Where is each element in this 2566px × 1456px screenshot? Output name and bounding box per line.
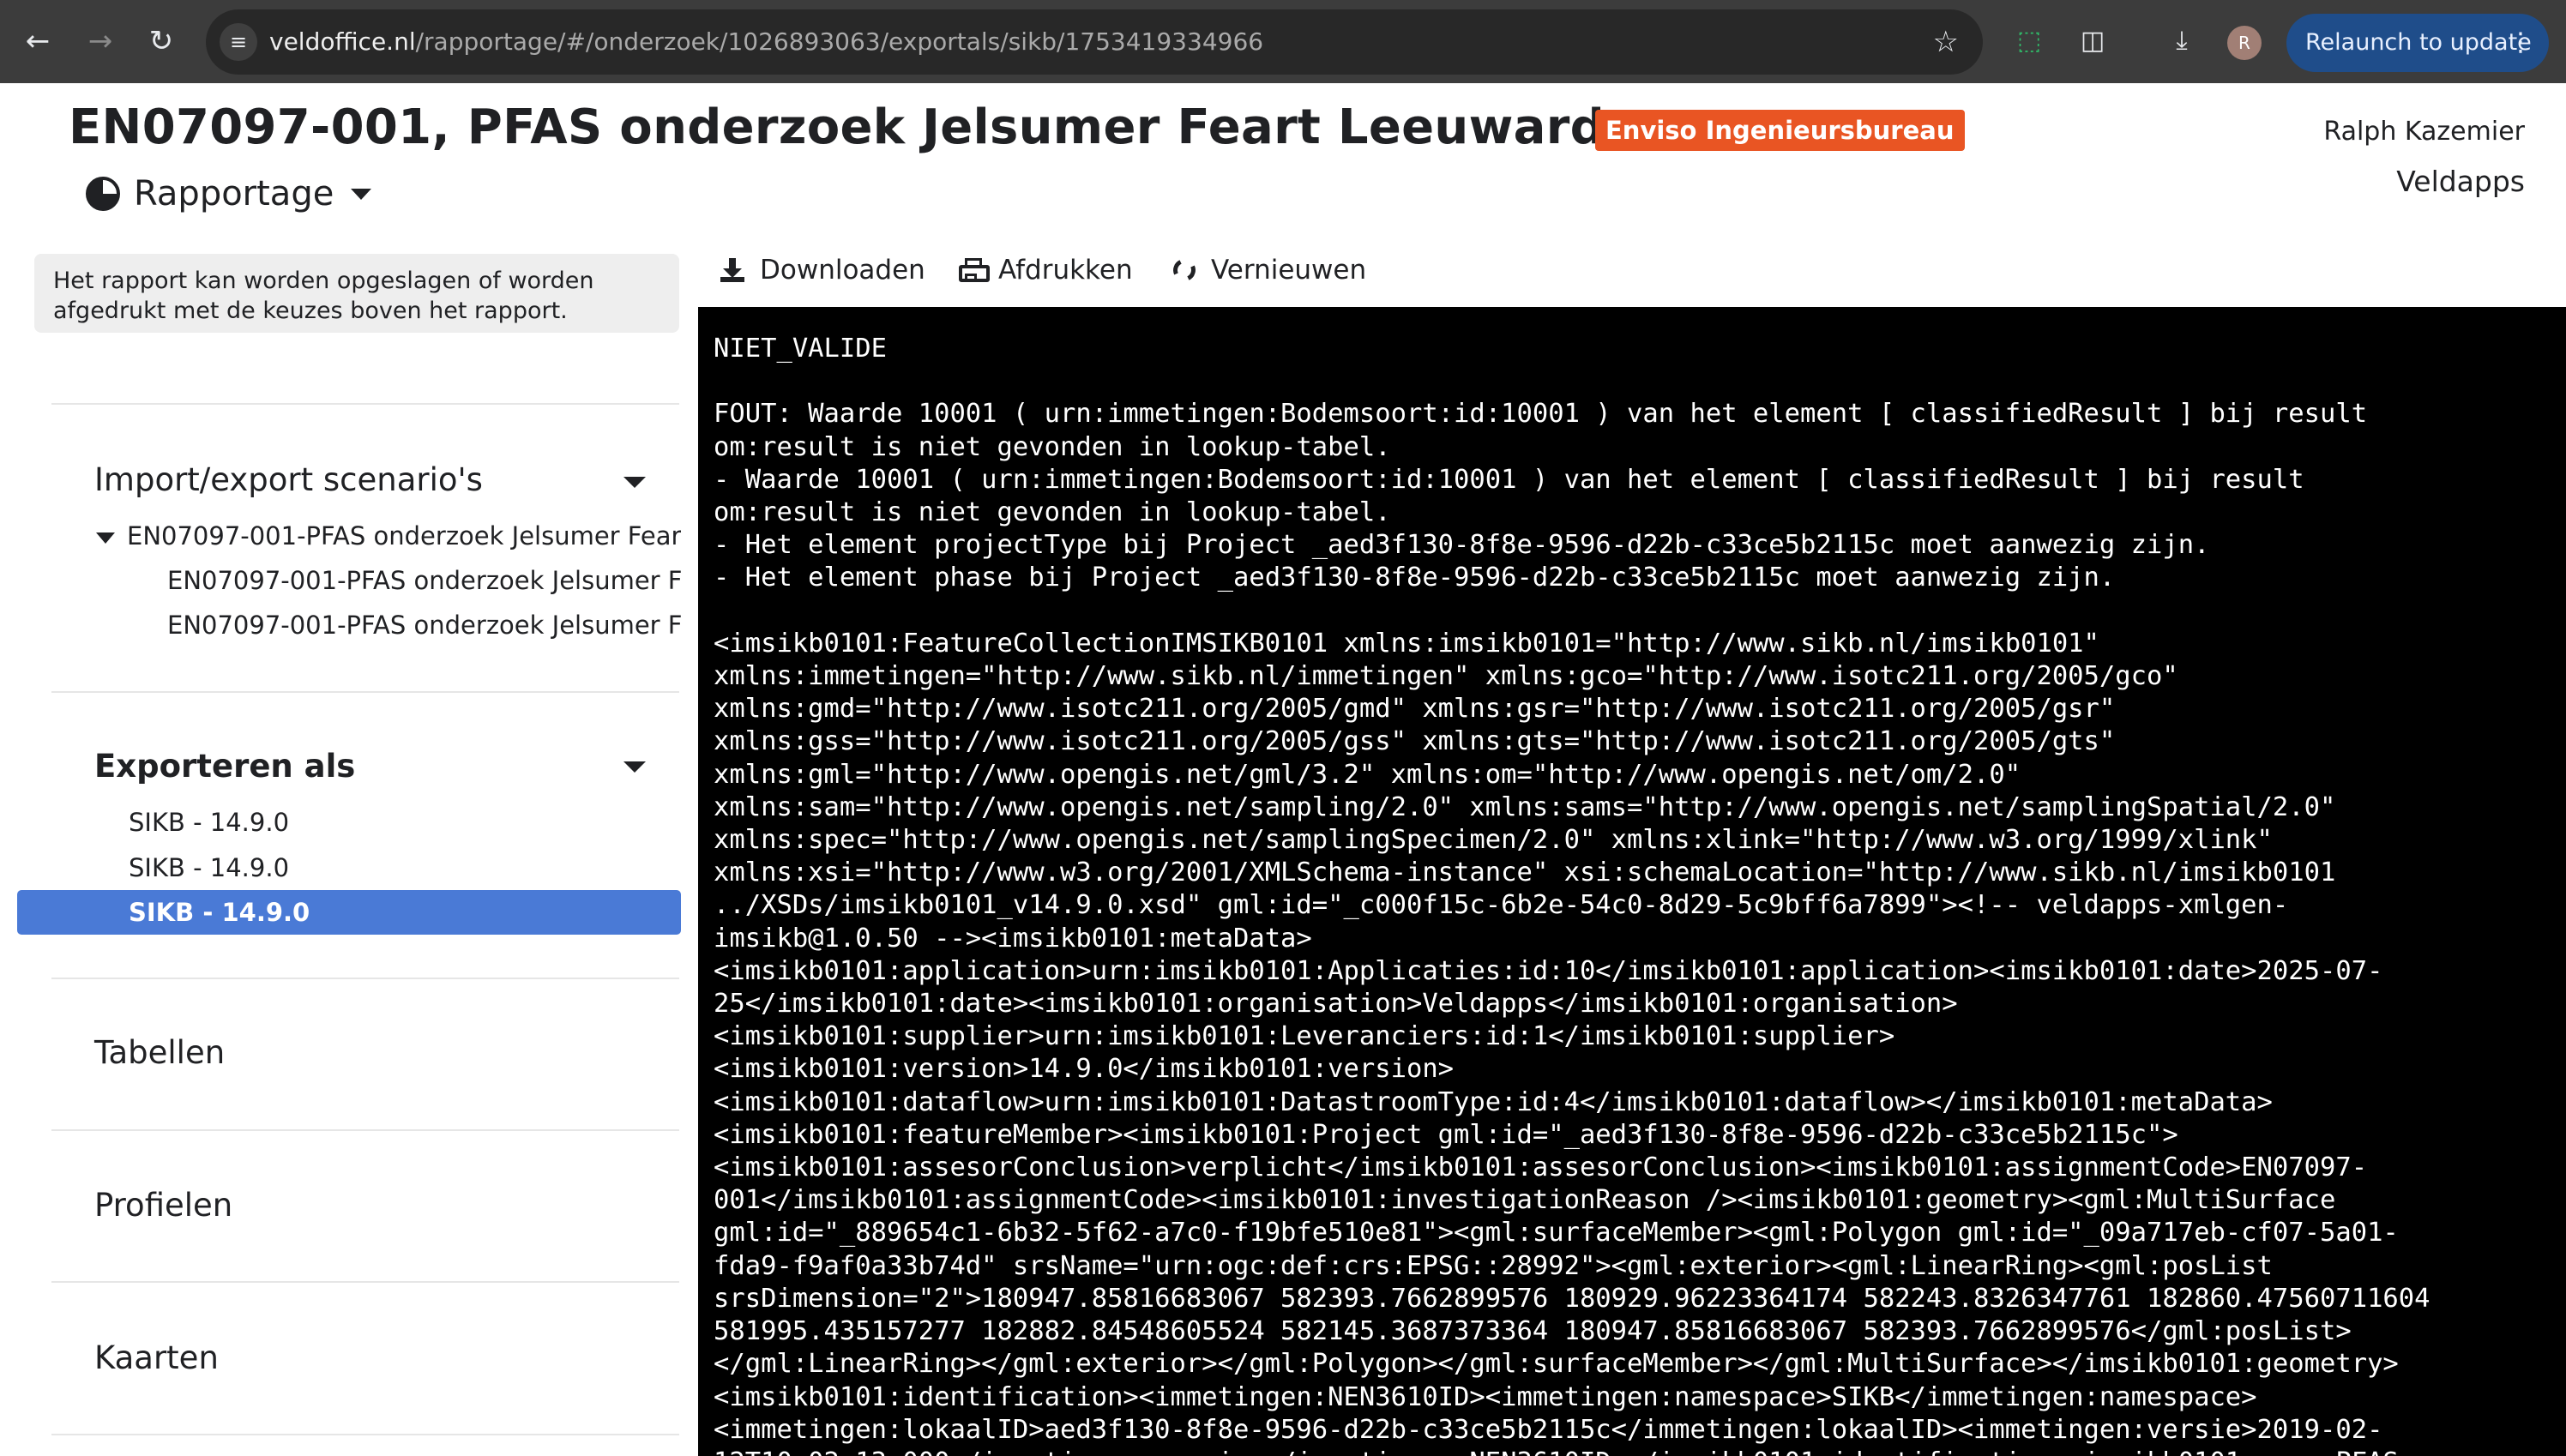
more-icon: ⋮	[2508, 27, 2533, 57]
tables-section[interactable]: Tabellen	[94, 1034, 225, 1071]
site-settings-icon[interactable]: ≡	[220, 23, 257, 61]
refresh-icon	[1170, 256, 1199, 285]
print-label: Afdrukken	[998, 255, 1133, 286]
chevron-down-icon	[351, 188, 372, 200]
report-output[interactable]: NIET_VALIDE FOUT: Waarde 10001 ( urn:imm…	[698, 307, 2566, 1456]
output-line: NIET_VALIDE	[714, 334, 887, 364]
output-line: 001</imsikb0101:assignmentCode><imsikb01…	[714, 1185, 2336, 1216]
output-line: imsikb@1.0.50 --><imsikb0101:metaData>	[714, 923, 1312, 954]
tree-node-label: EN07097-001-PFAS onderzoek Jelsumer Fear…	[167, 611, 681, 640]
output-line: xmlns:gss="http://www.isotc211.org/2005/…	[714, 726, 2116, 757]
output-line: <imsikb0101:dataflow>urn:imsikb0101:Data…	[714, 1086, 2273, 1117]
forward-icon[interactable]: →	[81, 22, 119, 60]
output-line: <imsikb0101:supplier>urn:imsikb0101:Leve…	[714, 1021, 1895, 1052]
output-line: xmlns:immetingen="http://www.sikb.nl/imm…	[714, 661, 2178, 692]
download-button[interactable]: Downloaden	[720, 250, 925, 290]
tree-node-root[interactable]: EN07097-001-PFAS onderzoek Jelsumer Fear…	[96, 521, 681, 551]
url-path: /rapportage/#/onderzoek/1026893063/expor…	[415, 27, 1264, 56]
app-name[interactable]: Veldapps	[2396, 165, 2525, 198]
bookmark-star-icon[interactable]: ☆	[1933, 23, 1959, 61]
export-format-item[interactable]: SIKB - 14.9.0	[17, 845, 681, 890]
url-text[interactable]: veldoffice.nl/rapportage/#/onderzoek/102…	[269, 27, 1263, 57]
output-line: xmlns:gml="http://www.opengis.net/gml/3.…	[714, 759, 2021, 790]
download-icon[interactable]: ⤓	[2163, 22, 2201, 60]
maps-section[interactable]: Kaarten	[94, 1339, 219, 1376]
chevron-down-icon[interactable]	[623, 477, 646, 488]
output-line: <imsikb0101:featureMember><imsikb0101:Pr…	[714, 1119, 2178, 1150]
screenshot-icon[interactable]: ⬚	[2010, 22, 2048, 60]
reload-icon[interactable]: ↻	[142, 22, 180, 60]
divider	[51, 1434, 679, 1435]
output-line: <imsikb0101:application>urn:imsikb0101:A…	[714, 955, 2383, 986]
download-icon	[720, 258, 744, 282]
info-message: Het rapport kan worden opgeslagen of wor…	[34, 254, 679, 333]
divider	[51, 1281, 679, 1283]
output-line: </gml:LinearRing></gml:exterior></gml:Po…	[714, 1349, 2399, 1380]
output-line: om:result is niet gevonden in lookup-tab…	[714, 497, 1391, 528]
back-icon[interactable]: ←	[19, 22, 57, 60]
output-line: 581995.435157277 182882.84548605524 5821…	[714, 1316, 2352, 1347]
output-line: <imsikb0101:version>14.9.0</imsikb0101:v…	[714, 1054, 1455, 1085]
output-line: xmlns:spec="http://www.opengis.net/sampl…	[714, 825, 2273, 856]
chevron-down-icon[interactable]	[623, 761, 646, 773]
output-line: ../XSDs/imsikb0101_v14.9.0.xsd" gml:id="…	[714, 890, 2289, 921]
print-button[interactable]: Afdrukken	[959, 250, 1133, 290]
refresh-button[interactable]: Vernieuwen	[1170, 250, 1367, 290]
output-line: <imsikb0101:FeatureCollectionIMSIKB0101 …	[714, 628, 2099, 659]
divider	[51, 978, 679, 979]
output-line: fda9-f9af0a33b74d" srsName="urn:ogc:def:…	[714, 1250, 2273, 1281]
divider	[51, 691, 679, 693]
tree-toggle-icon[interactable]	[96, 532, 115, 544]
output-line: srsDimension="2">180947.85816683067 5823…	[714, 1283, 2430, 1314]
pie-chart-icon	[86, 177, 120, 211]
output-line: FOUT: Waarde 10001 ( urn:immetingen:Bode…	[714, 399, 2368, 430]
output-line: xmlns:gmd="http://www.isotc211.org/2005/…	[714, 694, 2116, 725]
tree-node-child[interactable]: EN07097-001-PFAS onderzoek Jelsumer Fear…	[167, 611, 681, 640]
page-title: EN07097-001, PFAS onderzoek Jelsumer Fea…	[69, 99, 1672, 155]
report-output-text: NIET_VALIDE FOUT: Waarde 10001 ( urn:imm…	[714, 333, 2430, 1456]
output-line: <immetingen:lokaalID>aed3f130-8f8e-9596-…	[714, 1414, 2383, 1445]
scenarios-title[interactable]: Import/export scenario's	[94, 461, 483, 498]
relaunch-label: Relaunch to update	[2305, 29, 2532, 56]
output-line: gml:id="_889654c1-6b32-5f62-a7c0-f19bfe5…	[714, 1218, 2399, 1248]
print-icon	[959, 258, 990, 282]
divider	[51, 403, 679, 405]
export-format-item[interactable]: SIKB - 14.9.0	[17, 800, 681, 845]
output-line: om:result is niet gevonden in lookup-tab…	[714, 431, 1391, 462]
profiles-section[interactable]: Profielen	[94, 1187, 232, 1224]
refresh-label: Vernieuwen	[1211, 255, 1367, 286]
output-line: <imsikb0101:identification><immetingen:N…	[714, 1381, 2257, 1412]
download-label: Downloaden	[760, 255, 925, 286]
tree-node-label: EN07097-001-PFAS onderzoek Jelsumer Fear…	[167, 566, 681, 595]
output-line: - Waarde 10001 ( urn:immetingen:Bodemsoo…	[714, 464, 2304, 495]
export-format-item-selected[interactable]: SIKB - 14.9.0	[17, 890, 681, 935]
relaunch-button[interactable]: Relaunch to update ⋮	[2286, 14, 2549, 72]
divider	[51, 1129, 679, 1131]
url-host: veldoffice.nl	[269, 27, 416, 56]
export-title[interactable]: Exporteren als	[94, 748, 355, 785]
browser-toolbar: ← → ↻ ≡ veldoffice.nl/rapportage/#/onder…	[0, 0, 2566, 83]
extensions-icon[interactable]: ◫	[2074, 22, 2111, 60]
scenario-tree: EN07097-001-PFAS onderzoek Jelsumer Fear…	[0, 514, 681, 652]
profile-avatar[interactable]: R	[2227, 26, 2262, 60]
output-line: xmlns:xsi="http://www.w3.org/2001/XMLSch…	[714, 857, 2336, 888]
report-menu[interactable]: Rapportage	[86, 170, 372, 218]
output-line: xmlns:sam="http://www.opengis.net/sampli…	[714, 791, 2336, 822]
company-badge: Enviso Ingenieursbureau	[1595, 110, 1965, 151]
output-line: - Het element phase bij Project _aed3f13…	[714, 563, 2116, 593]
user-name[interactable]: Ralph Kazemier	[2323, 117, 2525, 147]
tree-node-label: EN07097-001-PFAS onderzoek Jelsumer Fear…	[127, 521, 681, 551]
address-bar[interactable]: ≡ veldoffice.nl/rapportage/#/onderzoek/1…	[206, 9, 1983, 75]
tree-node-child[interactable]: EN07097-001-PFAS onderzoek Jelsumer Fear…	[167, 566, 681, 595]
report-menu-label: Rapportage	[134, 174, 334, 214]
output-line: <imsikb0101:assesorConclusion>verplicht<…	[714, 1152, 2368, 1183]
output-line: 25</imsikb0101:date><imsikb0101:organisa…	[714, 989, 1958, 1020]
output-line: 12T10:02:13.000</immetingen:versie></imm…	[714, 1447, 2399, 1456]
output-line: - Het element projectType bij Project _a…	[714, 530, 2210, 561]
